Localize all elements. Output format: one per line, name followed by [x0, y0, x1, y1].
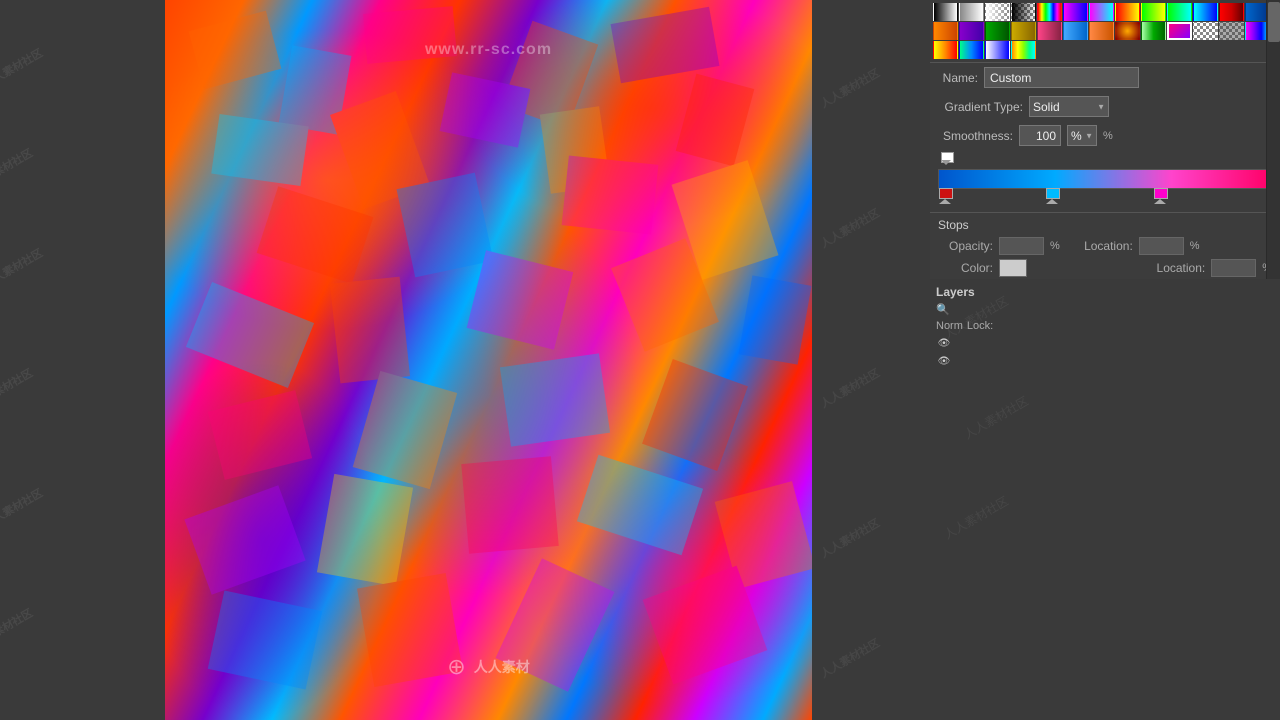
preset-6[interactable] — [1063, 3, 1088, 21]
gradient-type-label: Gradient Type: — [938, 100, 1023, 114]
gradient-editor-panel: Name: Gradient Type: Solid Noise Smoothn… — [930, 0, 1280, 720]
preset-21[interactable] — [1115, 22, 1140, 40]
preset-22[interactable] — [1141, 22, 1166, 40]
preset-12[interactable] — [1219, 3, 1244, 21]
preset-14[interactable] — [933, 22, 958, 40]
layer-visibility-1[interactable]: 👁 — [936, 336, 952, 350]
preset-18[interactable] — [1037, 22, 1062, 40]
preset-11[interactable] — [1193, 3, 1218, 21]
canvas-area: www.rr-sc.com ⊕ 人人素材 — [165, 0, 812, 720]
preset-15[interactable] — [959, 22, 984, 40]
layers-hint-strip: Layers 🔍 Norm Lock: 👁 👁 — [930, 279, 1266, 374]
color-stop-label: Color: — [938, 261, 993, 275]
app-window: 人人素材社区 人人素材社区 人人素材社区 人人素材社区 人人素材社区 人人素材社… — [0, 0, 1280, 720]
preset-23-selected[interactable] — [1167, 22, 1192, 40]
opacity-loc-pct: % — [1190, 240, 1200, 252]
opacity-stop-value[interactable] — [999, 237, 1044, 255]
gradient-presets — [930, 0, 1280, 63]
gradient-bar[interactable] — [938, 169, 1272, 189]
color-stop-mid[interactable] — [1046, 190, 1058, 204]
left-bg: 人人素材社区 人人素材社区 人人素材社区 人人素材社区 人人素材社区 人人素材社… — [0, 0, 165, 720]
art-svg — [165, 0, 812, 720]
preset-27[interactable] — [933, 41, 958, 59]
opacity-stop-handle[interactable] — [941, 152, 952, 165]
preset-2[interactable] — [959, 3, 984, 21]
layers-options-row: Norm Lock: — [936, 318, 1260, 334]
color-stop-left[interactable] — [939, 190, 951, 204]
lower-panel: 人人素材社区 人人素材社区 人人素材社区 Layers 🔍 Norm Lock:… — [930, 279, 1280, 720]
preset-24[interactable] — [1193, 22, 1218, 40]
preset-7[interactable] — [1089, 3, 1114, 21]
name-input[interactable] — [984, 67, 1139, 88]
layers-title: Layers — [936, 285, 975, 299]
smoothness-input[interactable] — [1019, 125, 1061, 146]
color-handles-row — [938, 190, 1272, 208]
preset-8[interactable] — [1115, 3, 1140, 21]
preset-20[interactable] — [1089, 22, 1114, 40]
preset-19[interactable] — [1063, 22, 1088, 40]
color-swatch[interactable] — [999, 259, 1027, 277]
color-stop-right[interactable] — [1154, 190, 1166, 204]
preset-5[interactable] — [1037, 3, 1062, 21]
preset-25[interactable] — [1219, 22, 1244, 40]
layers-header: Layers — [936, 283, 1260, 301]
stops-section-label: Stops — [930, 215, 1280, 235]
gradient-type-select-wrapper: Solid Noise — [1029, 96, 1109, 117]
search-icon: 🔍 — [936, 303, 950, 316]
gradient-bar-section — [930, 150, 1280, 210]
smoothness-label: Smoothness: — [938, 129, 1013, 143]
name-label: Name: — [938, 71, 978, 85]
layers-lock-label: Lock: — [967, 320, 993, 332]
smoothness-pct: % — [1103, 130, 1113, 142]
name-row: Name: — [930, 63, 1280, 92]
opacity-stop-label: Opacity: — [938, 239, 993, 253]
artwork — [165, 0, 812, 720]
gradient-type-row: Gradient Type: Solid Noise — [930, 92, 1280, 121]
smoothness-unit-wrapper: % — [1067, 125, 1097, 146]
color-location-label: Location: — [1150, 261, 1205, 275]
preset-4[interactable] — [1011, 3, 1036, 21]
smoothness-row: Smoothness: % % — [930, 121, 1280, 150]
preset-16[interactable] — [985, 22, 1010, 40]
preset-1[interactable] — [933, 3, 958, 21]
opacity-handles-row — [938, 152, 1272, 168]
layers-normal-label: Norm — [936, 320, 963, 332]
color-detail-row: Color: Location: % — [930, 257, 1280, 279]
opacity-location-value[interactable] — [1139, 237, 1184, 255]
divider-stops — [930, 212, 1280, 213]
preset-28[interactable] — [959, 41, 984, 59]
smoothness-unit-select[interactable]: % — [1067, 125, 1097, 146]
opacity-pct: % — [1050, 240, 1060, 252]
preset-3[interactable] — [985, 3, 1010, 21]
gradient-type-select[interactable]: Solid Noise — [1029, 96, 1109, 117]
opacity-location-label: Location: — [1078, 239, 1133, 253]
gap-area: 人人素材社区 人人素材社区 人人素材社区 人人素材社区 人人素材社区 — [812, 0, 930, 720]
opacity-detail-row: Opacity: % Location: % — [930, 235, 1280, 257]
layers-item-2: 👁 — [936, 352, 1260, 370]
scrollbar-thumb[interactable] — [1268, 2, 1280, 42]
layer-visibility-2[interactable]: 👁 — [936, 354, 952, 368]
preset-17[interactable] — [1011, 22, 1036, 40]
preset-30[interactable] — [1011, 41, 1036, 59]
preset-9[interactable] — [1141, 3, 1166, 21]
preset-10[interactable] — [1167, 3, 1192, 21]
preset-29[interactable] — [985, 41, 1010, 59]
layers-item-1: 👁 — [936, 334, 1260, 352]
color-location-value[interactable] — [1211, 259, 1256, 277]
layers-search-row: 🔍 — [936, 301, 1260, 318]
